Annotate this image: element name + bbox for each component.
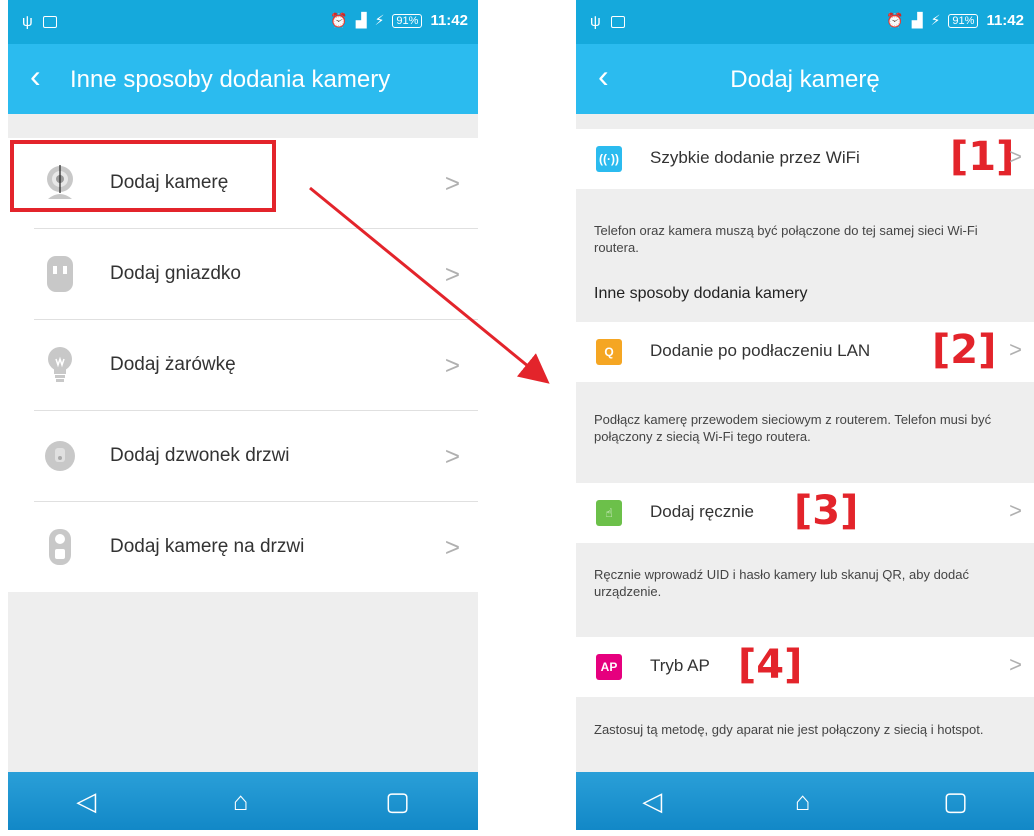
chevron-right-icon: > — [444, 350, 460, 380]
list-item-add-door-camera[interactable]: Dodaj kamerę na drzwi > — [34, 502, 478, 592]
alarm-icon: ⏰ — [886, 12, 904, 28]
home-nav-icon[interactable]: ⌂ — [795, 786, 811, 817]
chevron-right-icon: > — [1009, 498, 1022, 523]
option-lan-add[interactable]: Q Dodanie po podłaczeniu LAN [2] > — [576, 322, 1034, 382]
annotation-tag: [2] — [932, 327, 997, 373]
option-description: Ręcznie wprowadź UID i hasło kamery lub … — [594, 567, 970, 599]
charging-icon: ⚡ — [930, 12, 941, 28]
status-right: ⏰ ▟ ⚡ 91% 11:42 — [330, 12, 468, 29]
status-right: ⏰ ▟ ⚡ 91% 11:42 — [886, 12, 1024, 29]
door-camera-icon — [49, 529, 71, 565]
battery-level: 91% — [948, 13, 979, 28]
ap-mode-icon: AP — [596, 654, 622, 680]
status-left: ψ — [590, 13, 625, 30]
page-title: Inne sposoby dodania kamery — [70, 66, 391, 93]
back-button[interactable]: ‹ — [30, 60, 41, 92]
page-title: Dodaj kamerę — [730, 66, 880, 93]
app-bar: ‹ Inne sposoby dodania kamery — [8, 44, 478, 114]
highlight-box — [10, 140, 276, 212]
signal-icon: ▟ — [911, 12, 923, 28]
option-wifi-quick-add[interactable]: ((·)) Szybkie dodanie przez WiFi [1] > — [576, 129, 1034, 189]
recents-nav-icon[interactable]: ▢ — [943, 786, 968, 817]
status-bar: ψ ⏰ ▟ ⚡ 91% 11:42 — [8, 0, 478, 44]
app-bar: ‹ Dodaj kamerę — [576, 44, 1034, 114]
list-item-label: Dodaj żarówkę — [110, 354, 236, 375]
back-nav-icon[interactable]: ◁ — [642, 786, 662, 817]
annotation-tag: [4] — [738, 642, 803, 688]
chevron-right-icon: > — [444, 168, 460, 198]
doorbell-icon — [45, 441, 75, 471]
option-label: Dodaj ręcznie — [650, 502, 754, 521]
list-item-add-socket[interactable]: Dodaj gniazdko > — [34, 229, 478, 320]
status-time: 11:42 — [986, 12, 1024, 29]
back-nav-icon[interactable]: ◁ — [76, 786, 96, 817]
option-ap-mode[interactable]: AP Tryb AP [4] > — [576, 637, 1034, 697]
option-description: Zastosuj tą metodę, gdy aparat nie jest … — [594, 722, 984, 737]
alarm-icon: ⏰ — [330, 12, 348, 28]
home-nav-icon[interactable]: ⌂ — [233, 786, 249, 817]
recents-nav-icon[interactable]: ▢ — [385, 786, 410, 817]
image-icon — [42, 16, 57, 29]
chevron-right-icon: > — [444, 259, 460, 289]
phone-left-screen: ψ ⏰ ▟ ⚡ 91% 11:42 ‹ Inne sposoby dodania… — [8, 0, 478, 830]
phone-right-screen: ψ ⏰ ▟ ⚡ 91% 11:42 ‹ Dodaj kamerę ((·)) S… — [576, 0, 1034, 830]
list-item-add-bulb[interactable]: Dodaj żarówkę > — [34, 320, 478, 411]
battery-level: 91% — [392, 13, 423, 28]
bulb-icon — [48, 347, 72, 382]
option-label: Tryb AP — [650, 656, 710, 675]
section-header: Inne sposoby dodania kamery — [594, 285, 808, 302]
usb-icon: ψ — [22, 13, 33, 30]
annotation-tag: [1] — [950, 134, 1015, 180]
list-item-label: Dodaj gniazdko — [110, 263, 241, 284]
chevron-right-icon: > — [1009, 652, 1022, 677]
list-item-add-doorbell[interactable]: Dodaj dzwonek drzwi > — [34, 411, 478, 502]
wifi-broadcast-icon: ((·)) — [596, 146, 622, 172]
option-label: Szybkie dodanie przez WiFi — [650, 148, 860, 167]
option-label: Dodanie po podłaczeniu LAN — [650, 341, 871, 360]
nav-bar: ◁ ⌂ ▢ — [8, 772, 478, 830]
status-bar: ψ ⏰ ▟ ⚡ 91% 11:42 — [576, 0, 1034, 44]
option-manual-add[interactable]: ☝ Dodaj ręcznie [3] > — [576, 483, 1034, 543]
signal-icon: ▟ — [355, 12, 367, 28]
chevron-right-icon: > — [444, 441, 460, 471]
search-icon: Q — [596, 339, 622, 365]
chevron-right-icon: > — [1009, 144, 1022, 169]
annotation-tag: [3] — [794, 488, 859, 534]
option-description: Podłącz kamerę przewodem sieciowym z rou… — [594, 412, 992, 444]
nav-bar: ◁ ⌂ ▢ — [576, 772, 1034, 830]
status-time: 11:42 — [430, 12, 468, 29]
image-icon — [610, 16, 625, 29]
status-left: ψ — [22, 13, 57, 30]
socket-icon — [47, 256, 73, 292]
list-item-label: Dodaj kamerę na drzwi — [110, 536, 305, 557]
option-description: Telefon oraz kamera muszą być połączone … — [594, 223, 978, 255]
hand-tap-icon: ☝ — [596, 500, 622, 526]
charging-icon: ⚡ — [374, 12, 385, 28]
chevron-right-icon: > — [444, 532, 460, 562]
list-item-label: Dodaj dzwonek drzwi — [110, 445, 290, 466]
usb-icon: ψ — [590, 13, 601, 30]
chevron-right-icon: > — [1009, 337, 1022, 362]
